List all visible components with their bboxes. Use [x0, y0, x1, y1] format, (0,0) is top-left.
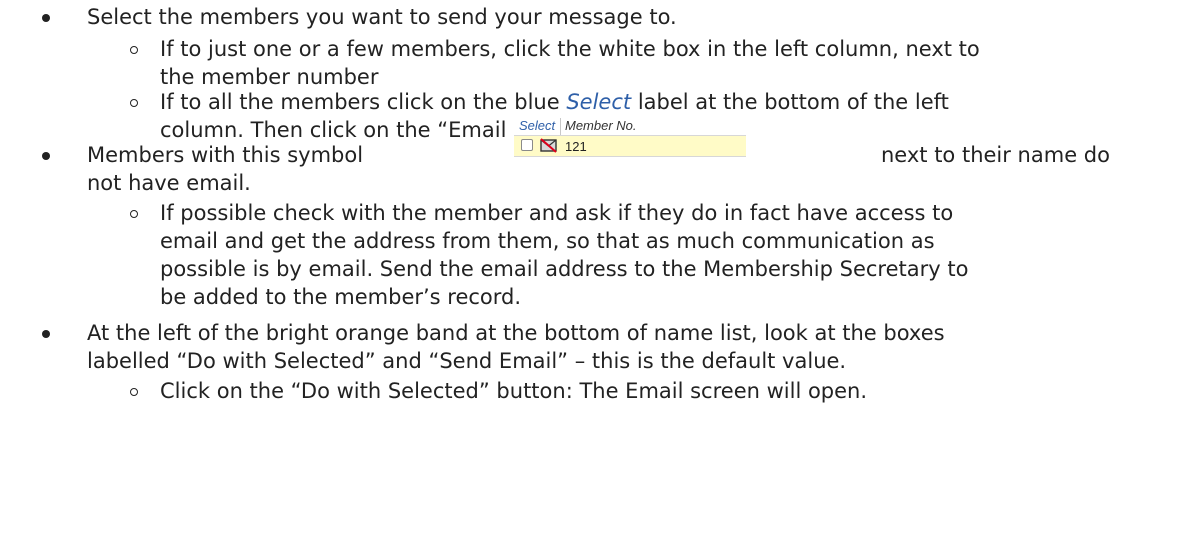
item-1-text: Select the members you want to send your… [87, 5, 677, 29]
select-label-link: Select [566, 90, 632, 114]
item-3-sub-1-line-1: Click on the “Do with Selected” button: … [160, 379, 868, 403]
item-3-line-2: labelled “Do with Selected” and “Send Em… [87, 349, 847, 373]
item-2-sub-1-line-2: email and get the address from them, so … [160, 229, 935, 253]
subbullet-1-1 [130, 46, 138, 54]
item-2-line-1-post: next to their name do [881, 143, 1110, 167]
grid-row: 121 [514, 136, 746, 157]
grid-header-row: Select Member No. [514, 117, 746, 136]
grid-header-member-no: Member No. [565, 118, 637, 133]
item-2-line-2: not have email. [87, 171, 251, 195]
item-1-sub-2-post: label at the bottom of the left [631, 90, 949, 114]
item-2-sub-1-line-1: If possible check with the member and as… [160, 201, 954, 225]
bullet-3 [42, 330, 50, 338]
member-grid-excerpt: Select Member No. 121 [514, 117, 746, 157]
item-2-sub-1-line-3: possible is by email. Send the email add… [160, 257, 969, 281]
item-3-line-1: At the left of the bright orange band at… [87, 321, 945, 345]
item-2-line-1-pre: Members with this symbol [87, 143, 364, 167]
subbullet-3-1 [130, 388, 138, 396]
no-email-icon [540, 138, 557, 153]
bullet-2 [42, 152, 50, 160]
subbullet-2-1 [130, 210, 138, 218]
row-member-no: 121 [565, 139, 587, 154]
subbullet-1-2 [130, 99, 138, 107]
item-1-sub-1-line-1: If to just one or a few members, click t… [160, 37, 980, 61]
bullet-1 [42, 14, 50, 22]
grid-header-select: Select [519, 118, 556, 133]
grid-header-divider [560, 118, 561, 135]
row-checkbox [521, 139, 533, 151]
item-1-sub-2-pre: If to all the members click on the blue [160, 90, 567, 114]
item-1-sub-2-line-1: If to all the members click on the blue … [160, 88, 949, 117]
item-2-sub-1-line-4: be added to the member’s record. [160, 285, 522, 309]
